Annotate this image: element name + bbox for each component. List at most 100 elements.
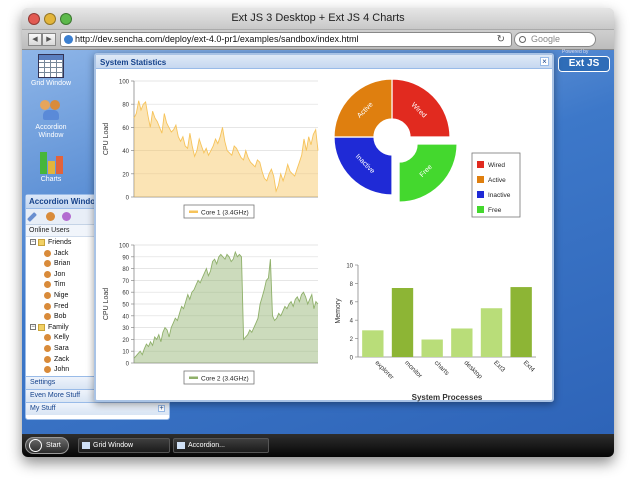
power-icon xyxy=(29,439,42,452)
cpu-core1-area-chart: 0 20 40 60 80 100 CPU Load Core 1 (3.4GHz) xyxy=(103,80,319,219)
start-label: Start xyxy=(46,442,61,449)
user-name: Bob xyxy=(54,313,67,321)
add-group-icon[interactable] xyxy=(62,212,71,221)
task-accordion-window[interactable]: Accordion... xyxy=(173,438,269,453)
user-icon xyxy=(44,355,51,363)
window-title: System Statistics xyxy=(100,58,167,67)
bar xyxy=(451,328,473,357)
back-icon[interactable]: ◀ xyxy=(28,33,42,46)
user-icon xyxy=(44,344,51,352)
forward-icon[interactable]: ▶ xyxy=(42,33,56,46)
y-tick-label: 80 xyxy=(122,267,129,273)
y-axis-label: CPU Load xyxy=(103,123,110,155)
search-icon xyxy=(519,36,526,43)
my-stuff-panel-header[interactable]: My Stuff + xyxy=(26,402,169,415)
task-label: Grid Window xyxy=(93,442,134,449)
legend-label: Wired xyxy=(488,162,505,169)
x-tick-label: monitor xyxy=(403,359,424,380)
group-name: Friends xyxy=(48,239,72,246)
task-grid-window[interactable]: Grid Window xyxy=(78,438,170,453)
group-name: Family xyxy=(48,323,69,331)
folder-icon xyxy=(38,239,45,246)
cpu-core2-area-chart: 0 10 20 30 40 50 60 70 80 90 100 CPU Load Core 2 (3.… xyxy=(103,244,319,385)
collapse-icon[interactable]: − xyxy=(30,323,36,330)
y-tick-label: 40 xyxy=(122,149,129,155)
search-field[interactable]: Google xyxy=(514,32,596,47)
y-tick-label: 50 xyxy=(122,303,129,309)
y-tick-label: 10 xyxy=(346,264,353,270)
title-bar: Ext JS 3 Desktop + Ext JS 4 Charts xyxy=(22,8,614,30)
y-tick-label: 80 xyxy=(122,103,129,109)
desktop-icon-grid-window[interactable]: Grid Window xyxy=(23,54,79,88)
y-axis-label: Memory xyxy=(335,298,342,324)
y-tick-label: 60 xyxy=(122,126,129,132)
y-tick-label: 2 xyxy=(350,337,354,343)
user-icon xyxy=(44,291,51,299)
bar xyxy=(362,330,384,357)
x-tick-label: desktop xyxy=(462,359,483,380)
bar xyxy=(391,288,414,357)
panel-label: My Stuff xyxy=(30,405,56,412)
bar xyxy=(421,339,443,357)
series-area xyxy=(134,100,318,197)
user-name: Tim xyxy=(54,281,66,289)
system-statistics-title-bar[interactable]: System Statistics × xyxy=(96,55,552,69)
bar xyxy=(510,287,532,357)
window-title: Ext JS 3 Desktop + Ext JS 4 Charts xyxy=(231,12,405,24)
x-axis-label: System Processes xyxy=(412,393,483,402)
legend-swatch xyxy=(477,176,484,183)
x-tick-label: charts xyxy=(433,359,451,377)
search-placeholder: Google xyxy=(531,34,561,44)
panel-label: Settings xyxy=(30,379,56,386)
y-tick-label: 0 xyxy=(126,196,130,202)
user-icon xyxy=(44,260,51,268)
user-icon xyxy=(44,270,51,278)
extjs-logo: Ext JS xyxy=(558,56,610,72)
close-icon[interactable]: × xyxy=(540,57,549,66)
y-tick-label: 40 xyxy=(122,314,129,320)
y-tick-label: 6 xyxy=(350,300,354,306)
legend-label: Inactive xyxy=(488,192,511,199)
legend-swatch xyxy=(189,376,198,379)
user-icon xyxy=(44,313,51,321)
legend-swatch xyxy=(189,210,198,213)
y-tick-label: 0 xyxy=(126,362,130,368)
desktop-icon-accordion-window[interactable]: Accordion Window xyxy=(23,98,79,140)
desktop-icon-label: Grid Window xyxy=(30,80,72,87)
y-tick-label: 20 xyxy=(122,338,129,344)
user-name: Brian xyxy=(54,260,71,268)
user-name: Zack xyxy=(54,355,70,363)
globe-icon xyxy=(64,35,73,44)
user-name: Nige xyxy=(54,291,69,299)
system-statistics-window: System Statistics × 0 20 40 60 80 100 CPU Load… xyxy=(94,53,554,402)
user-name: John xyxy=(54,366,70,374)
y-tick-label: 70 xyxy=(122,279,129,285)
legend-swatch xyxy=(477,161,484,168)
connect-icon[interactable] xyxy=(27,212,37,222)
reload-icon[interactable]: ↻ xyxy=(497,33,505,46)
folder-icon xyxy=(38,323,45,331)
user-icon xyxy=(44,334,51,342)
powered-by-text: Powered by xyxy=(562,49,589,55)
add-user-icon[interactable] xyxy=(46,212,55,221)
collapse-icon[interactable]: − xyxy=(30,239,36,245)
bar-chart-icon xyxy=(38,148,64,174)
legend-label: Free xyxy=(488,207,502,214)
expand-icon[interactable]: + xyxy=(158,405,165,412)
browser-toolbar: ◀ ▶ http://dev.sencha.com/deploy/ext-4.0… xyxy=(22,30,614,50)
desktop-icon-charts[interactable]: Charts xyxy=(23,148,79,184)
desktop-icon-label: Charts xyxy=(40,176,62,183)
legend-swatch xyxy=(477,191,484,198)
user-name: Kelly xyxy=(54,334,70,342)
user-name: Fred xyxy=(54,302,69,310)
x-tick-label: Ext3 xyxy=(492,359,506,373)
address-bar[interactable]: http://dev.sencha.com/deploy/ext-4.0-pr1… xyxy=(60,32,512,47)
user-icon xyxy=(44,249,51,257)
y-tick-label: 20 xyxy=(122,172,129,178)
x-tick-label: Ext4 xyxy=(522,359,536,373)
start-button[interactable]: Start xyxy=(25,437,69,454)
user-name: Jon xyxy=(54,270,66,278)
legend-label: Active xyxy=(488,177,506,184)
legend-swatch xyxy=(477,206,484,213)
desktop: Grid Window Accordion Window Charts Powe… xyxy=(22,49,614,434)
